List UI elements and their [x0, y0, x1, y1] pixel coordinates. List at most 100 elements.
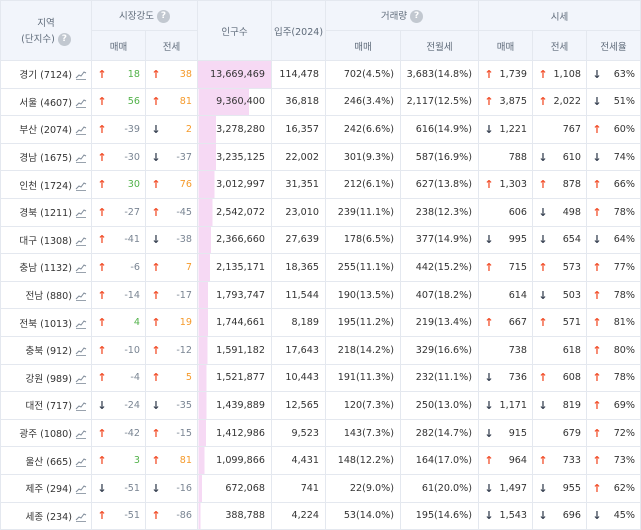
population-header[interactable]: 인구수 — [197, 0, 272, 61]
region-cell[interactable]: 서울 (4607) — [0, 87, 92, 117]
price-jeonse-up-arrow-icon: ↑ — [538, 178, 548, 192]
ms-sale-cell: ↑ -41 — [91, 225, 146, 255]
ms-jeonse-up-arrow-icon: ↑ — [151, 288, 161, 302]
table-row[interactable]: 강원 (989) ↑ -4 ↑ 5 1,521,877 10,443 191(11.3%) 23… — [0, 363, 641, 393]
chart-icon[interactable] — [75, 263, 87, 274]
chart-icon[interactable] — [75, 512, 87, 522]
table-row[interactable]: 광주 (1080) ↑ -42 ↑ -15 1,412,986 9,523 143(7.3%)… — [0, 418, 641, 448]
ms-jeonse-header[interactable]: 전세 — [145, 30, 198, 61]
table-row[interactable]: 경남 (1675) ↑ -30 ↓ -37 3,235,125 22,002 301(9.3%… — [0, 142, 641, 172]
table-row[interactable]: 전남 (880) ↑ -14 ↑ -17 1,793,747 11,544 190(13.5%… — [0, 280, 641, 310]
table-row[interactable]: 서울 (4607) ↑ 56 ↑ 81 9,360,400 36,818 246(3.4%) 2… — [0, 87, 641, 117]
chart-icon[interactable] — [75, 208, 87, 219]
chart-icon[interactable] — [75, 153, 87, 163]
price-jeonse-cell: ↑ 733 — [532, 446, 588, 475]
table-row[interactable]: 세종 (234) ↑ -51 ↑ -86 388,788 4,224 53(14.0%) 195… — [0, 501, 641, 530]
region-help-icon[interactable]: ? — [57, 33, 71, 46]
chart-icon[interactable] — [75, 374, 87, 384]
ms-sale-cell: ↑ -27 — [91, 197, 146, 227]
region-cell[interactable]: 전북 (1013) — [0, 308, 92, 337]
price-jeonse-cell: 618 — [532, 335, 588, 365]
ms-sale-header[interactable]: 매매 — [91, 30, 146, 61]
region-name: 대구 (1308) — [19, 235, 72, 247]
table-row[interactable]: 제주 (294) ↓ -51 ↓ -16 672,068 741 22(9.0%) 61(20.… — [0, 473, 641, 503]
vol-sale-cell: 190(13.5%) — [325, 280, 401, 310]
chart-icon[interactable] — [75, 125, 87, 136]
jeonse-rate-up-arrow-icon: ↑ — [592, 481, 602, 495]
region-cell[interactable]: 경북 (1211) — [0, 197, 92, 227]
chart-icon[interactable] — [75, 401, 87, 412]
table-row[interactable]: 충남 (1132) ↑ -6 ↑ 7 2,135,171 18,365 255(11.1%) 4… — [0, 253, 641, 282]
price-sale-up-arrow-icon: ↑ — [484, 67, 494, 81]
chart-icon[interactable] — [75, 457, 87, 467]
population-value: 1,591,182 — [216, 344, 265, 356]
chart-icon[interactable] — [75, 98, 87, 108]
price-sale-down-arrow-icon: ↓ — [484, 426, 494, 440]
price-sale-header[interactable]: 매매 — [478, 30, 534, 61]
table-row[interactable]: 경북 (1211) ↑ -27 ↑ -45 2,542,072 23,010 239(11.1… — [0, 197, 641, 227]
vol-rent-header[interactable]: 전월세 — [399, 30, 480, 61]
price-jeonse-cell: ↓ 498 — [532, 197, 588, 227]
move-in-cell: 23,010 — [271, 197, 326, 227]
region-cell[interactable]: 강원 (989) — [0, 363, 92, 393]
region-cell[interactable]: 제주 (294) — [0, 473, 92, 503]
region-cell[interactable]: 광주 (1080) — [0, 418, 92, 448]
price-jeonse-up-arrow-icon: ↑ — [538, 95, 548, 109]
price-jeonse-header[interactable]: 전세 — [532, 30, 588, 61]
region-cell[interactable]: 부산 (2074) — [0, 115, 92, 144]
market-strength-help-icon[interactable]: ? — [156, 10, 170, 23]
population-value: 13,669,469 — [210, 68, 265, 80]
price-jeonse-cell: ↓ 654 — [532, 225, 588, 255]
move-in-value: 10,443 — [285, 372, 319, 384]
region-cell[interactable]: 세종 (234) — [0, 501, 92, 530]
vol-rent-value: 616(14.9%) — [415, 123, 473, 135]
move-in-cell: 11,544 — [271, 280, 326, 310]
table-row[interactable]: 충북 (912) ↑ -10 ↑ -12 1,591,182 17,643 218(14.2%… — [0, 335, 641, 365]
market-strength-header: 시장강도? — [91, 0, 198, 31]
ms-sale-value: -4 — [130, 372, 140, 384]
chart-icon[interactable] — [75, 181, 87, 191]
ms-jeonse-cell: ↓ -37 — [145, 142, 198, 172]
ms-sale-up-arrow-icon: ↑ — [97, 426, 107, 440]
region-name: 제주 (294) — [25, 484, 73, 496]
volume-help-icon[interactable]: ? — [410, 10, 424, 23]
table-row[interactable]: 부산 (2074) ↑ -39 ↓ 2 3,278,280 16,357 242(6.6%) 6… — [0, 115, 641, 144]
table-row[interactable]: 경기 (7124) ↑ 18 ↑ 38 13,669,469 114,478 702(4.5%… — [0, 60, 641, 89]
jeonse-rate-header[interactable]: 전세율 — [586, 30, 641, 61]
chart-icon[interactable] — [75, 70, 87, 81]
table-row[interactable]: 대구 (1308) ↑ -41 ↓ -38 2,366,660 27,639 178(6.5%… — [0, 225, 641, 255]
table-row[interactable]: 전북 (1013) ↑ 4 ↑ 19 1,744,661 8,189 195(11.2%) 21… — [0, 308, 641, 337]
chart-icon[interactable] — [75, 319, 87, 329]
chart-icon[interactable] — [75, 346, 87, 357]
price-jeonse-cell: ↓ 696 — [532, 501, 588, 530]
jeonse-rate-value: 73% — [613, 455, 636, 467]
table-row[interactable]: 대전 (717) ↓ -24 ↓ -35 1,439,889 12,565 120(7.3%)… — [0, 391, 641, 420]
region-cell[interactable]: 전남 (880) — [0, 280, 92, 310]
region-cell[interactable]: 대전 (717) — [0, 391, 92, 420]
region-cell[interactable]: 울산 (665) — [0, 446, 92, 475]
vol-sale-value: 246(3.4%) — [343, 96, 394, 108]
population-cell: 2,542,072 — [197, 197, 272, 227]
region-cell[interactable]: 충북 (912) — [0, 335, 92, 365]
move-in-cell: 9,523 — [271, 418, 326, 448]
region-cell[interactable]: 충남 (1132) — [0, 253, 92, 282]
ms-sale-down-arrow-icon: ↓ — [97, 398, 107, 412]
region-cell[interactable]: 경기 (7124) — [0, 60, 92, 89]
chart-icon[interactable] — [75, 484, 87, 495]
chart-icon[interactable] — [75, 291, 87, 301]
ms-jeonse-down-arrow-icon: ↓ — [151, 122, 161, 136]
region-cell[interactable]: 대구 (1308) — [0, 225, 92, 255]
vol-rent-value: 3,683(14.8%) — [406, 68, 473, 80]
vol-sale-header[interactable]: 매매 — [325, 30, 401, 61]
vol-sale-value: 143(7.3%) — [343, 427, 394, 439]
chart-icon[interactable] — [75, 429, 87, 439]
move-in-header[interactable]: 입주(2024) — [271, 0, 326, 61]
price-sale-cell: ↑ 667 — [478, 308, 534, 337]
ms-jeonse-value: 81 — [179, 455, 192, 467]
region-cell[interactable]: 경남 (1675) — [0, 142, 92, 172]
chart-icon[interactable] — [75, 236, 87, 246]
table-row[interactable]: 울산 (665) ↑ 3 ↑ 81 1,099,866 4,431 148(12.2%) 164… — [0, 446, 641, 475]
region-cell[interactable]: 인천 (1724) — [0, 170, 92, 199]
table-row[interactable]: 인천 (1724) ↑ 30 ↑ 76 3,012,997 31,351 212(6.1%) 6… — [0, 170, 641, 199]
price-sale-value: 1,543 — [499, 510, 528, 522]
